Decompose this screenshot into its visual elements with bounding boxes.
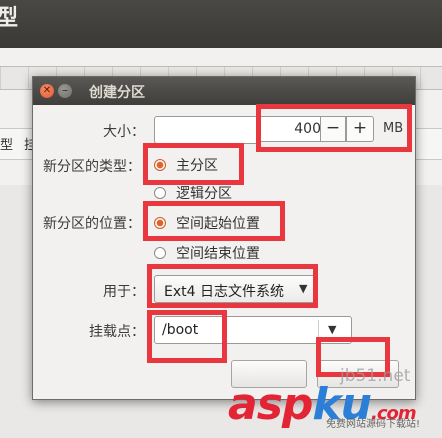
minimize-icon[interactable]: –	[58, 84, 72, 98]
size-increment-button[interactable]: +	[346, 116, 374, 142]
background-window-title: 型	[0, 6, 19, 31]
partition-type-label: 新分区的类型：	[43, 159, 141, 175]
dialog-title: 创建分区	[89, 85, 145, 101]
radio-end-label[interactable]: 空间结束位置	[176, 243, 260, 263]
use-as-label: 用于：	[103, 284, 145, 300]
radio-end[interactable]	[154, 247, 166, 259]
size-unit-label: MB	[383, 121, 404, 136]
radio-primary[interactable]	[154, 159, 166, 171]
mount-point-input[interactable]: /boot	[162, 322, 198, 338]
use-as-select[interactable]: Ext4 日志文件系统 ▼	[154, 275, 316, 303]
use-as-value: Ext4 日志文件系统	[164, 284, 284, 300]
mount-point-combo[interactable]: /boot ▼	[154, 316, 352, 344]
mount-point-label: 挂载点：	[89, 324, 145, 340]
background-column-type: 型	[0, 138, 14, 153]
chevron-down-icon: ▼	[299, 282, 308, 295]
dialog-titlebar[interactable]: ✕ – 创建分区	[33, 77, 415, 105]
size-field-left[interactable]	[154, 116, 260, 144]
radio-start-label[interactable]: 空间起始位置	[176, 213, 260, 233]
radio-logical[interactable]	[154, 187, 166, 199]
radio-start[interactable]	[154, 217, 166, 229]
radio-logical-label[interactable]: 逻辑分区	[176, 183, 232, 203]
partition-location-label: 新分区的位置：	[43, 216, 141, 232]
size-value-input[interactable]: 400	[259, 116, 327, 142]
radio-primary-label[interactable]: 主分区	[176, 155, 218, 175]
create-partition-dialog: ✕ – 创建分区 大小： 400 − + MB 新分区的类型： 主分区 逻辑分区…	[32, 76, 416, 400]
combo-separator	[318, 320, 319, 340]
size-decrement-button[interactable]: −	[320, 116, 346, 142]
chevron-down-icon[interactable]: ▼	[328, 323, 336, 336]
watermark-brand-left: asp	[228, 379, 313, 430]
size-label: 大小：	[103, 124, 145, 140]
watermark-tagline: 免费网站源码下载站!	[326, 419, 421, 430]
close-icon[interactable]: ✕	[40, 84, 54, 98]
background-window-header: 型	[0, 0, 442, 48]
